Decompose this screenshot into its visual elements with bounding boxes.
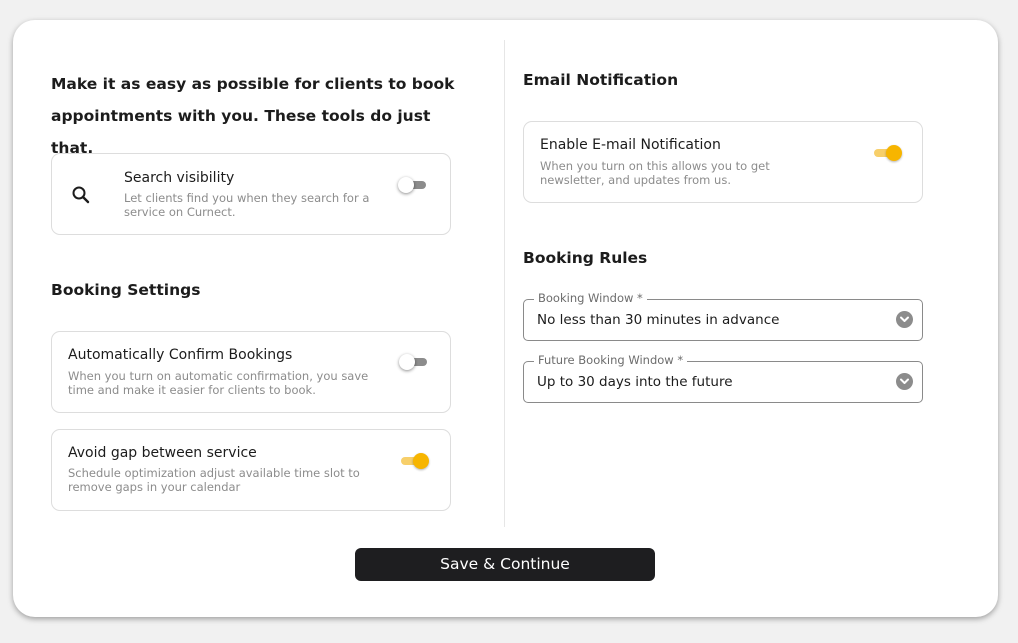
email-notification-title: Email Notification xyxy=(523,71,679,89)
column-divider xyxy=(504,40,505,527)
settings-card: Make it as easy as possible for clients … xyxy=(13,20,998,617)
auto-confirm-description: When you turn on automatic confirmation,… xyxy=(68,369,369,397)
auto-confirm-title: Automatically Confirm Bookings xyxy=(68,347,293,363)
search-visibility-toggle[interactable] xyxy=(398,175,426,195)
auto-confirm-card: Automatically Confirm Bookings When you … xyxy=(51,331,451,413)
avoid-gap-description: Schedule optimization adjust available t… xyxy=(68,466,360,494)
chevron-down-icon[interactable] xyxy=(896,311,913,328)
search-visibility-description: Let clients find you when they search fo… xyxy=(124,191,370,219)
email-notification-card: Enable E-mail Notification When you turn… xyxy=(523,121,923,203)
intro-heading: Make it as easy as possible for clients … xyxy=(51,75,455,157)
toggle-knob xyxy=(413,453,429,469)
search-visibility-title: Search visibility xyxy=(124,170,235,186)
booking-window-value: No less than 30 minutes in advance xyxy=(537,312,780,328)
booking-window-select[interactable]: Booking Window * No less than 30 minutes… xyxy=(523,291,923,341)
future-booking-window-select[interactable]: Future Booking Window * Up to 30 days in… xyxy=(523,353,923,403)
toggle-knob xyxy=(398,177,414,193)
save-continue-button[interactable]: Save & Continue xyxy=(355,548,655,581)
email-notification-item-title: Enable E-mail Notification xyxy=(540,137,721,153)
avoid-gap-title: Avoid gap between service xyxy=(68,445,257,461)
booking-window-label: Booking Window * xyxy=(534,291,647,305)
search-visibility-card: Search visibility Let clients find you w… xyxy=(51,153,451,235)
avoid-gap-toggle[interactable] xyxy=(401,451,429,471)
avoid-gap-card: Avoid gap between service Schedule optim… xyxy=(51,429,451,511)
auto-confirm-toggle[interactable] xyxy=(399,352,427,372)
search-icon xyxy=(70,184,92,206)
chevron-down-icon[interactable] xyxy=(896,373,913,390)
email-notification-description: When you turn on this allows you to get … xyxy=(540,159,770,187)
future-booking-window-value: Up to 30 days into the future xyxy=(537,374,733,390)
toggle-knob xyxy=(886,145,902,161)
email-notification-toggle[interactable] xyxy=(874,143,902,163)
future-booking-window-label: Future Booking Window * xyxy=(534,353,688,367)
booking-settings-title: Booking Settings xyxy=(51,281,201,299)
booking-rules-title: Booking Rules xyxy=(523,249,648,267)
toggle-knob xyxy=(399,354,415,370)
